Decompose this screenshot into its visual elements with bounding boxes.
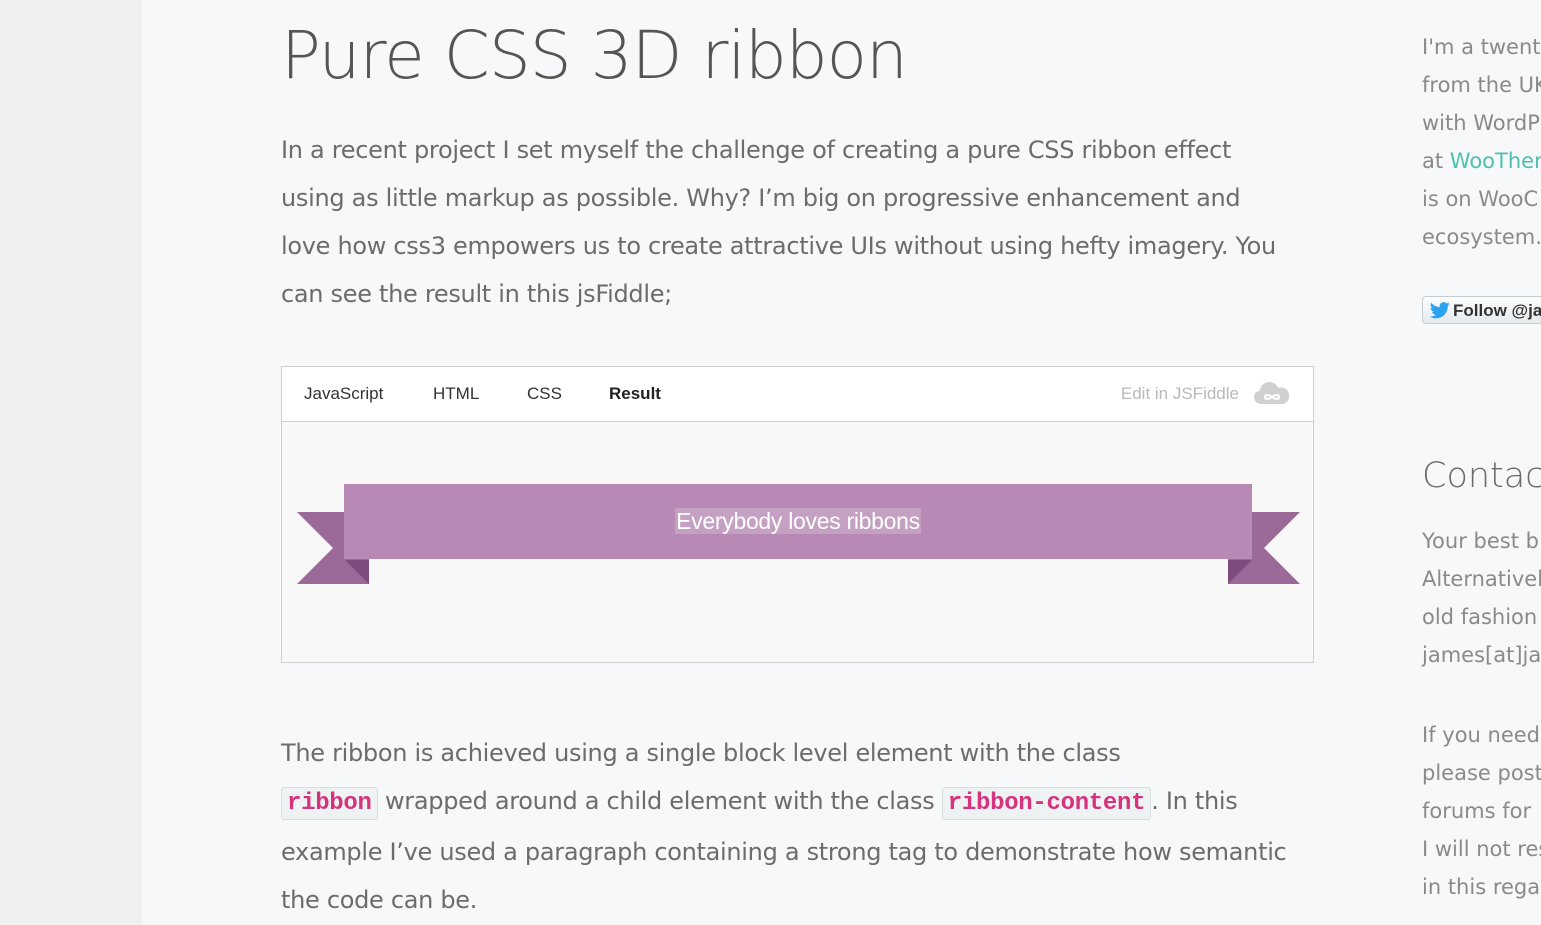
support-line: If you need [1422, 723, 1541, 747]
jsfiddle-tabbar: JavaScript HTML CSS Result Edit in JSFid… [282, 367, 1313, 422]
tab-result[interactable]: Result [609, 384, 661, 404]
ribbon-text-label: Everybody loves ribbons [675, 508, 921, 534]
about-line: is on WooC [1422, 187, 1539, 211]
tab-javascript[interactable]: JavaScript [304, 384, 383, 404]
ribbon-band: Everybody loves ribbons [344, 484, 1252, 559]
edit-in-jsfiddle-link[interactable]: Edit in JSFiddle [1121, 384, 1239, 404]
body-text-2: wrapped around a child element with the … [377, 787, 942, 815]
support-line: I will not res [1422, 837, 1541, 861]
contact-line: old fashion [1422, 605, 1538, 629]
code-ribbon-content: ribbon-content [941, 787, 1152, 820]
contact-text: Your best b Alternativel old fashion jam… [1422, 522, 1541, 674]
post-title: Pure CSS 3D ribbon [281, 17, 908, 94]
about-line: ecosystem. [1422, 225, 1541, 249]
jsfiddle-embed: JavaScript HTML CSS Result Edit in JSFid… [281, 366, 1314, 663]
woothemes-link[interactable]: WooThen [1450, 149, 1541, 173]
body-paragraph: The ribbon is achieved using a single bl… [281, 729, 1301, 924]
about-line: from the UK [1422, 73, 1541, 97]
contact-line: Alternativel [1422, 567, 1541, 591]
ribbon-text: Everybody loves ribbons [344, 508, 1252, 534]
support-line: forums for [1422, 799, 1532, 823]
intro-paragraph: In a recent project I set myself the cha… [281, 136, 1276, 308]
about-line-prefix: at [1422, 149, 1450, 173]
about-line: I'm a twenty [1422, 35, 1541, 59]
left-gutter [0, 0, 142, 925]
about-text: I'm a twenty from the UK with WordP at W… [1422, 28, 1541, 256]
result-pane: Everybody loves ribbons [282, 422, 1313, 662]
support-text: If you need please post forums for I wil… [1422, 716, 1541, 906]
body-text-1: The ribbon is achieved using a single bl… [281, 739, 1121, 767]
code-ribbon: ribbon [281, 787, 378, 820]
support-line: please post [1422, 761, 1541, 785]
twitter-follow-button[interactable]: Follow @ja [1422, 296, 1541, 324]
twitter-bird-icon [1429, 302, 1450, 319]
support-line: in this rega [1422, 875, 1541, 899]
tab-html[interactable]: HTML [433, 384, 479, 404]
contact-line: james[at]ja [1422, 643, 1541, 667]
contact-heading: Contact [1422, 456, 1541, 496]
about-line: with WordP [1422, 111, 1540, 135]
follow-label: Follow @ja [1453, 301, 1541, 320]
contact-line: Your best b [1422, 529, 1539, 553]
tab-css[interactable]: CSS [527, 384, 562, 404]
about-line: at WooThen [1422, 142, 1541, 180]
cloud-icon[interactable] [1253, 380, 1291, 406]
